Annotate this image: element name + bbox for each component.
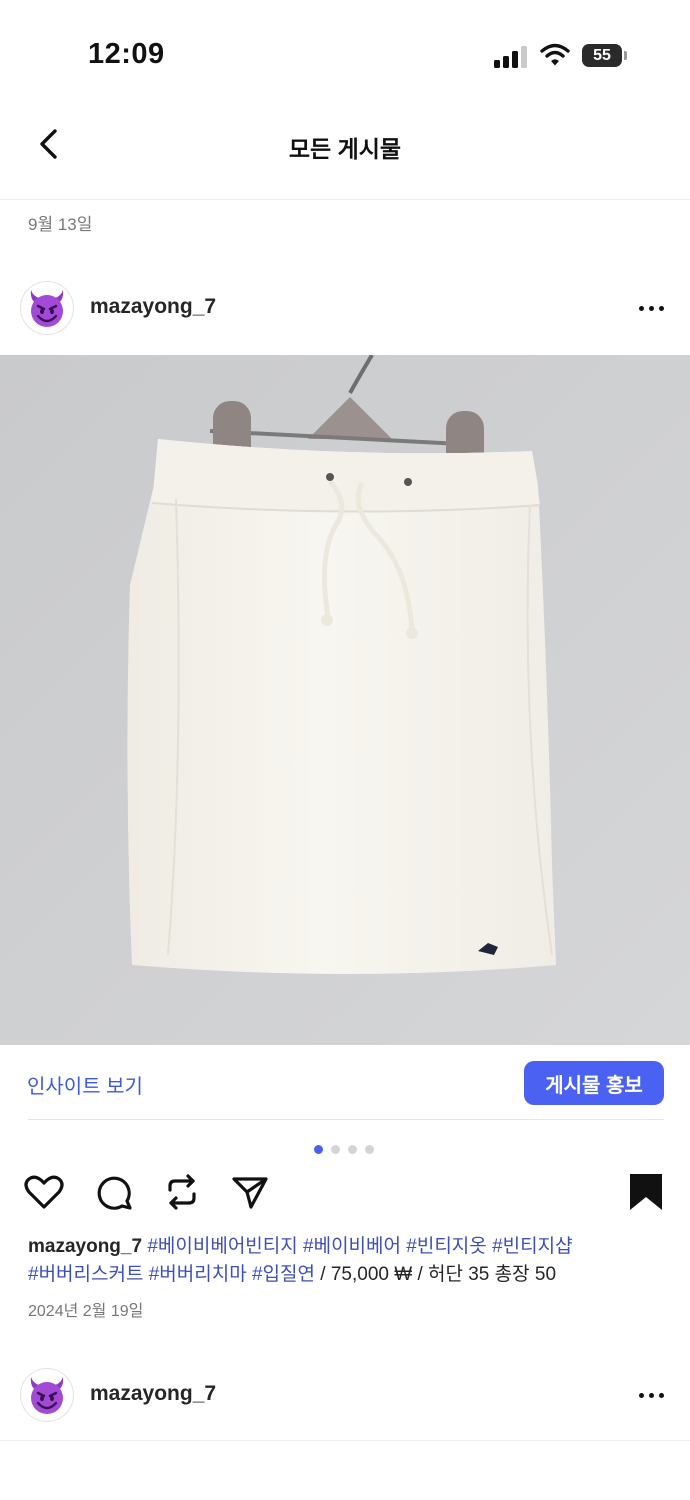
post-username[interactable]: mazayong_7: [90, 295, 216, 319]
carousel-dot: [348, 1145, 357, 1154]
caption-username[interactable]: mazayong_7: [28, 1236, 142, 1257]
carousel-dot: [365, 1145, 374, 1154]
battery-indicator: 55: [582, 44, 622, 67]
hashtag[interactable]: #입질연: [252, 1264, 315, 1285]
send-icon[interactable]: [228, 1170, 272, 1214]
carousel-dot: [331, 1145, 340, 1154]
carousel-dot-active: [314, 1145, 323, 1154]
status-time: 12:09: [88, 38, 165, 70]
heart-icon[interactable]: [22, 1170, 66, 1214]
divider: [28, 1119, 664, 1120]
caption-text: / 75,000 ₩ / 허단 35 총장 50: [315, 1264, 557, 1285]
divider: [0, 1440, 690, 1441]
hashtag[interactable]: #버버리치마: [149, 1264, 247, 1285]
cellular-signal-icon: [494, 46, 528, 68]
next-post-header: mazayong_7: [0, 1360, 690, 1430]
page-title: 모든 게시물: [288, 136, 402, 162]
hashtag[interactable]: #베이비베어빈티지: [147, 1236, 297, 1257]
avatar[interactable]: [20, 281, 74, 335]
avatar[interactable]: [20, 1368, 74, 1422]
more-horizontal-icon[interactable]: [636, 295, 668, 321]
smiling-devil-emoji-icon: [30, 290, 64, 327]
post-image[interactable]: [0, 355, 690, 1045]
repost-icon[interactable]: [160, 1170, 204, 1214]
more-horizontal-icon[interactable]: [636, 1382, 668, 1408]
hashtag[interactable]: #빈티지옷: [406, 1236, 487, 1257]
battery-tip: [624, 51, 627, 60]
post-username[interactable]: mazayong_7: [90, 1382, 216, 1406]
comment-icon[interactable]: [92, 1170, 136, 1214]
hashtag[interactable]: #버버리스커트: [28, 1264, 143, 1285]
post-caption: mazayong_7 #베이비베어빈티지 #베이비베어 #빈티지옷 #빈티지샵 …: [28, 1233, 668, 1289]
wifi-icon: [540, 43, 570, 66]
status-bar: 12:09 55: [0, 0, 690, 100]
carousel-indicator: [314, 1141, 382, 1154]
hashtag[interactable]: #베이비베어: [303, 1236, 401, 1257]
nav-bar: 모든 게시물: [0, 100, 690, 200]
promote-post-button[interactable]: 게시물 홍보: [524, 1061, 664, 1105]
post-header: mazayong_7: [0, 273, 690, 343]
post-date: 2024년 2월 19일: [28, 1303, 144, 1320]
bookmark-icon[interactable]: [624, 1170, 668, 1214]
smiling-devil-emoji-icon: [30, 1377, 64, 1414]
hashtag[interactable]: #빈티지샵: [492, 1236, 573, 1257]
date-header: 9월 13일: [28, 215, 93, 234]
view-insights-link[interactable]: 인사이트 보기: [27, 1070, 143, 1099]
